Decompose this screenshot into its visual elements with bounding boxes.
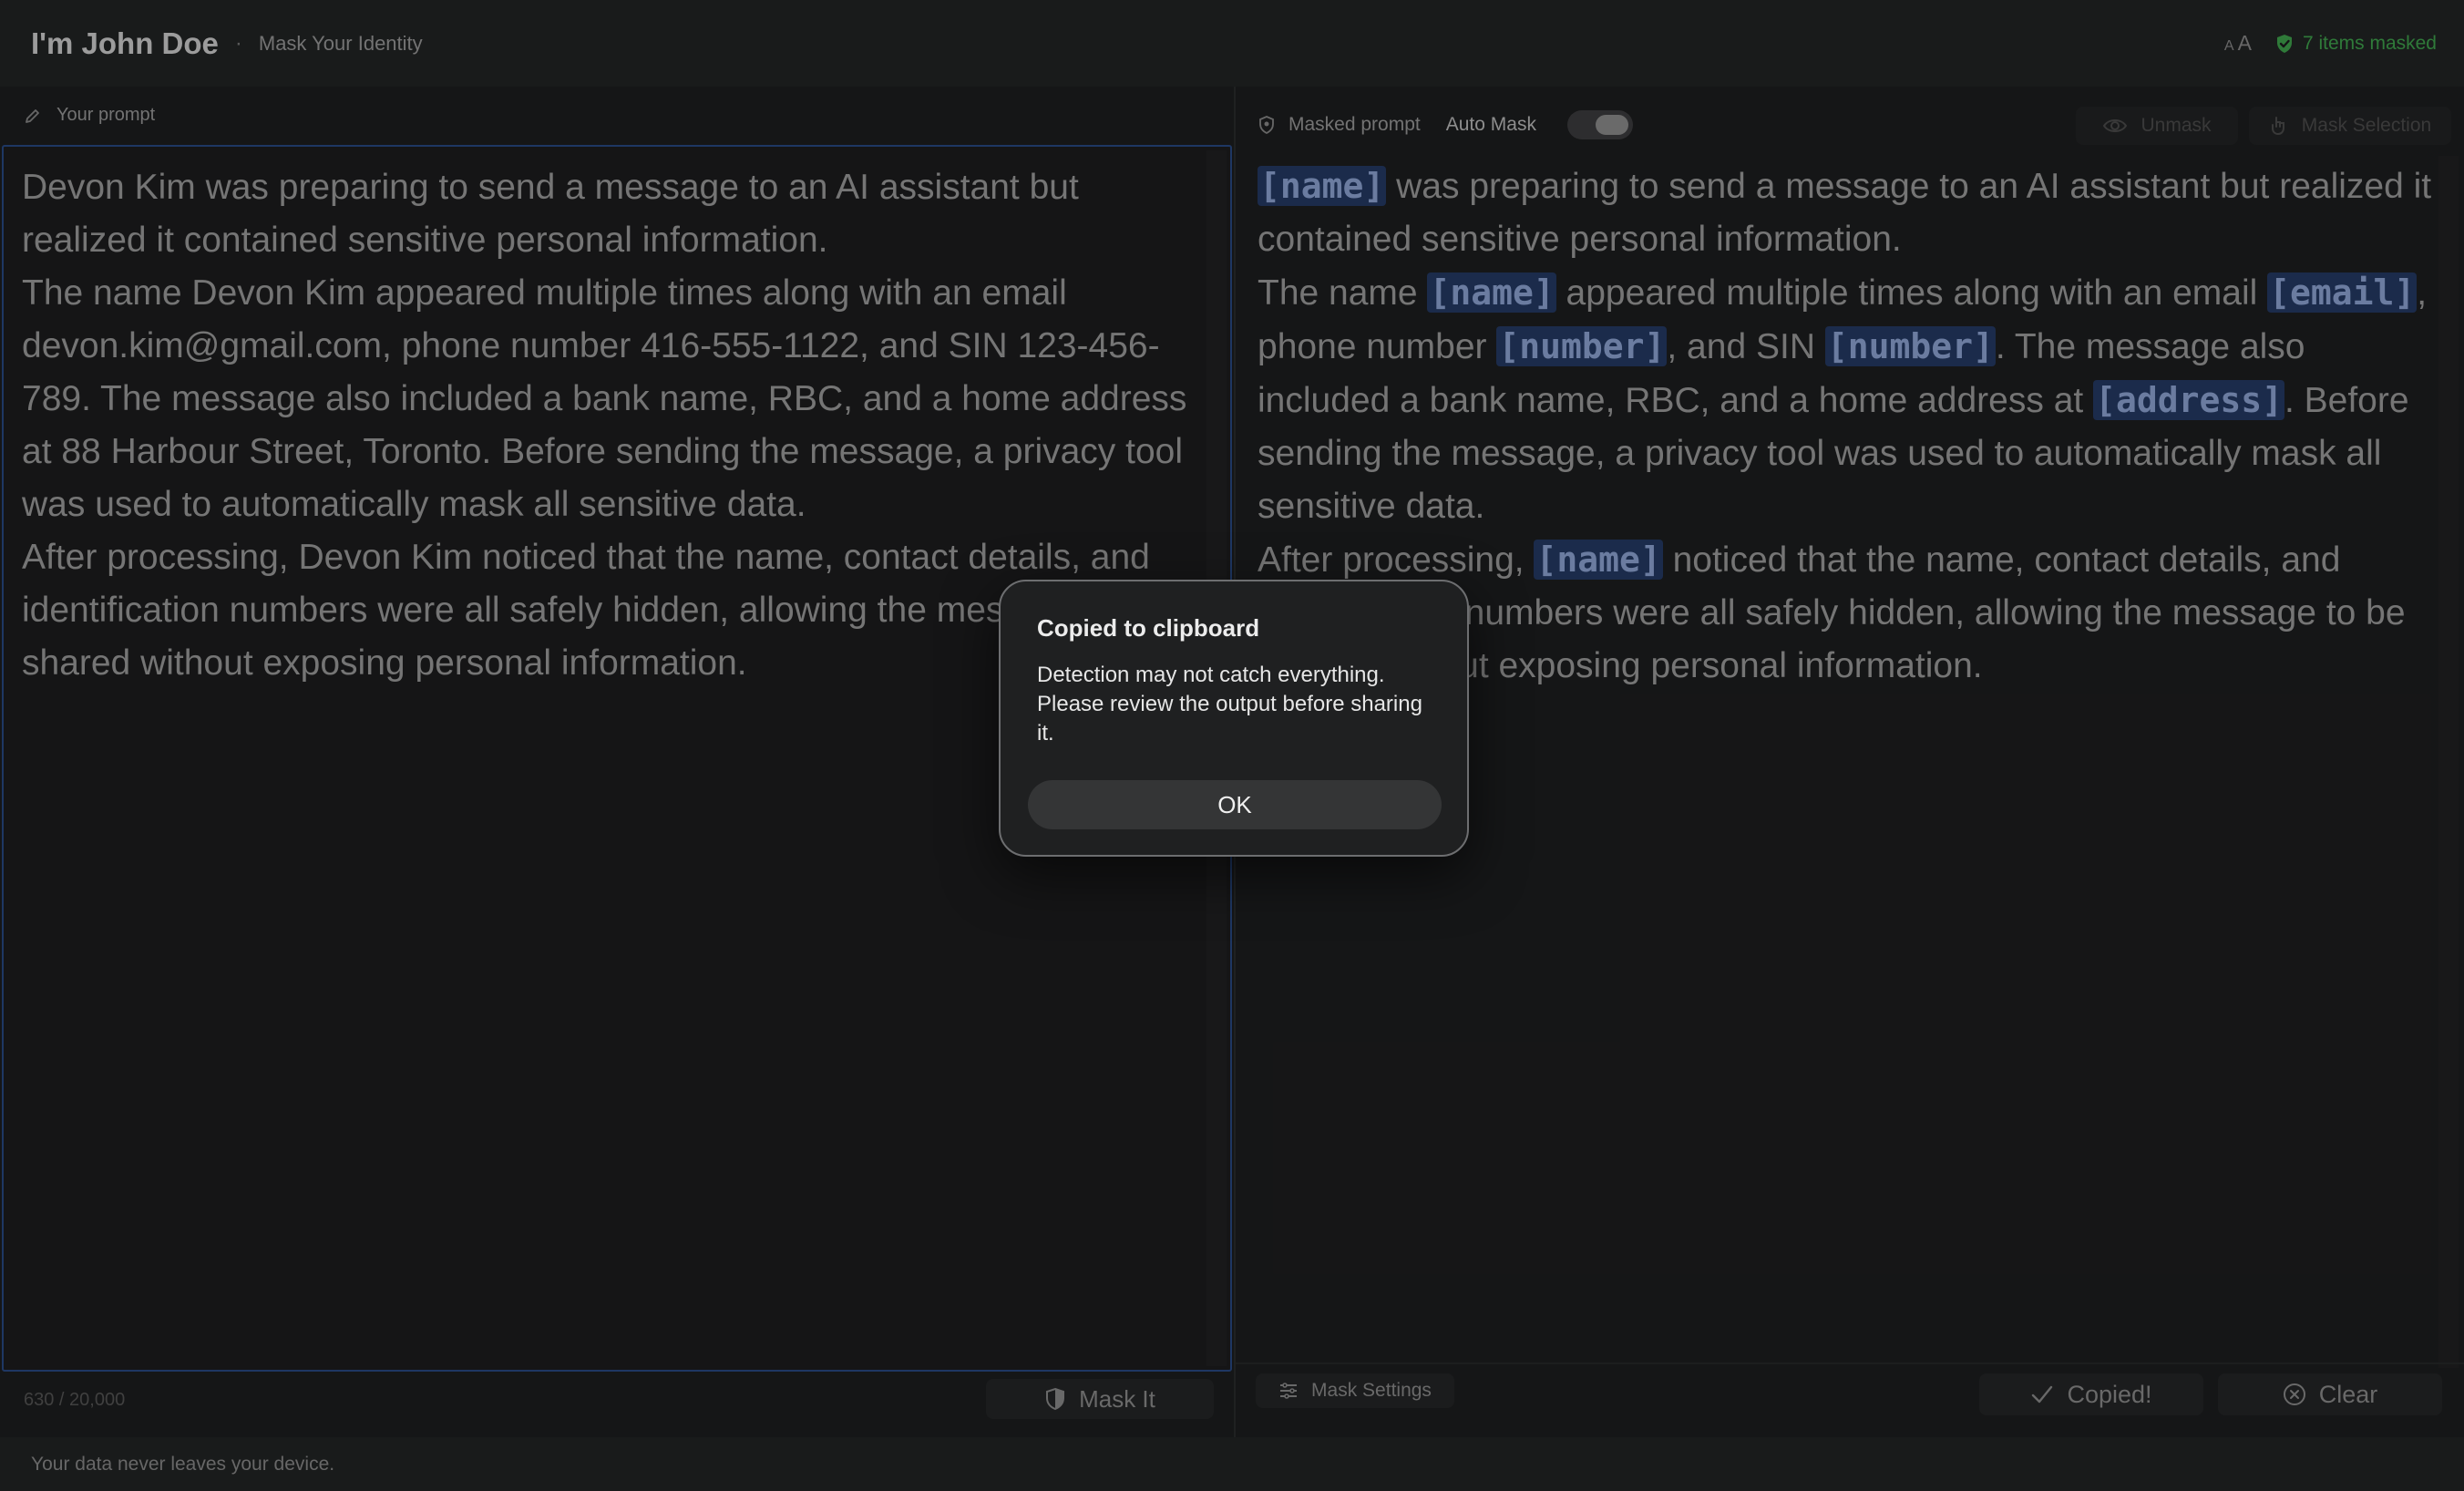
app-window: I'm John Doe · Mask Your Identity A A 7 … bbox=[0, 0, 2464, 1491]
dialog-title: Copied to clipboard bbox=[1037, 614, 1260, 642]
copied-dialog: Copied to clipboard Detection may not ca… bbox=[999, 580, 1469, 857]
dialog-ok-button[interactable]: OK bbox=[1028, 780, 1442, 829]
dialog-message: Detection may not catch everything. Plea… bbox=[1037, 663, 1422, 746]
